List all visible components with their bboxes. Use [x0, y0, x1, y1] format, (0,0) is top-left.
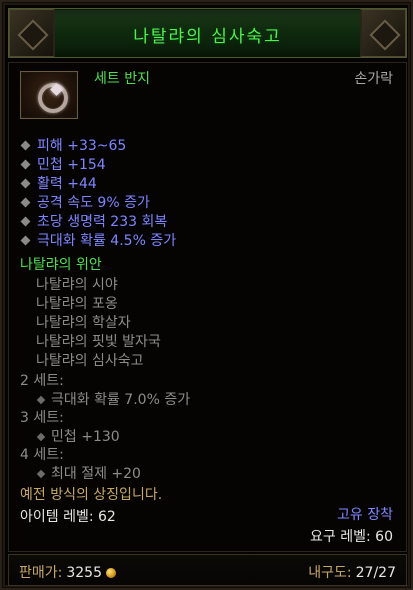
durability: 내구도: 27/27 [308, 565, 396, 581]
item-level: 아이템 레벨: 62 [20, 509, 116, 525]
item-tooltip: 나탈랴의 심사숙고 세트 반지 손가락 피해 +33~65 민첩 +154 활력… [0, 0, 413, 590]
title-bar: 나탈랴의 심사숙고 [8, 8, 407, 58]
set-item: 나탈랴의 학살자 [36, 315, 131, 331]
gold-coin-icon [106, 568, 116, 578]
diamond-bullet-icon [20, 235, 31, 246]
required-level: 요구 레벨: 60 [310, 529, 393, 545]
diamond-bullet-icon [20, 159, 31, 170]
affix-line: 활력 +44 [18, 173, 97, 193]
sell-price-value: 3255 [66, 565, 102, 581]
affix-line: 피해 +33~65 [18, 135, 126, 155]
set-item: 나탈랴의 포옹 [36, 296, 118, 312]
set-bonus: 극대화 확률 7.0% 증가 [36, 389, 190, 409]
diamond-bullet-icon [20, 197, 31, 208]
set-bonus: 민첩 +130 [36, 426, 120, 446]
set-bonus: 최대 절제 +20 [36, 463, 141, 483]
ornament-right-icon [360, 9, 406, 57]
set-item: 나탈랴의 핏빛 발자국 [36, 334, 161, 350]
set-item: 나탈랴의 시야 [36, 277, 118, 293]
affix-line: 극대화 확률 4.5% 증가 [18, 230, 176, 250]
diamond-bullet-icon [20, 216, 31, 227]
tooltip-footer: 판매가: 3255 내구도: 27/27 [8, 554, 407, 586]
diamond-bullet-icon [36, 395, 46, 405]
rarity-label: 고유 장착 [337, 507, 393, 523]
diamond-bullet-icon [36, 469, 46, 479]
item-type: 세트 반지 [94, 71, 150, 87]
affix-line: 공격 속도 9% 증가 [18, 192, 150, 212]
set-item: 나탈랴의 심사숙고 [36, 353, 144, 369]
diamond-bullet-icon [20, 140, 31, 151]
durability-value: 27/27 [355, 565, 396, 581]
item-title: 나탈랴의 심사숙고 [133, 27, 282, 47]
affix-line: 초당 생명력 233 회복 [18, 211, 167, 231]
diamond-bullet-icon [20, 178, 31, 189]
ornament-left-icon [9, 9, 55, 57]
set-name: 나탈랴의 위안 [20, 257, 102, 273]
item-icon-frame [20, 71, 78, 119]
flavor-text: 예전 방식의 상징입니다. [20, 487, 163, 503]
diamond-bullet-icon [36, 432, 46, 442]
affix-line: 민첩 +154 [18, 154, 106, 174]
set-bonus-title: 4 세트: [20, 447, 64, 463]
set-bonus-title: 3 세트: [20, 410, 64, 426]
sell-price: 판매가: 3255 [19, 562, 116, 582]
item-slot: 손가락 [354, 71, 393, 87]
set-bonus-title: 2 세트: [20, 373, 64, 389]
